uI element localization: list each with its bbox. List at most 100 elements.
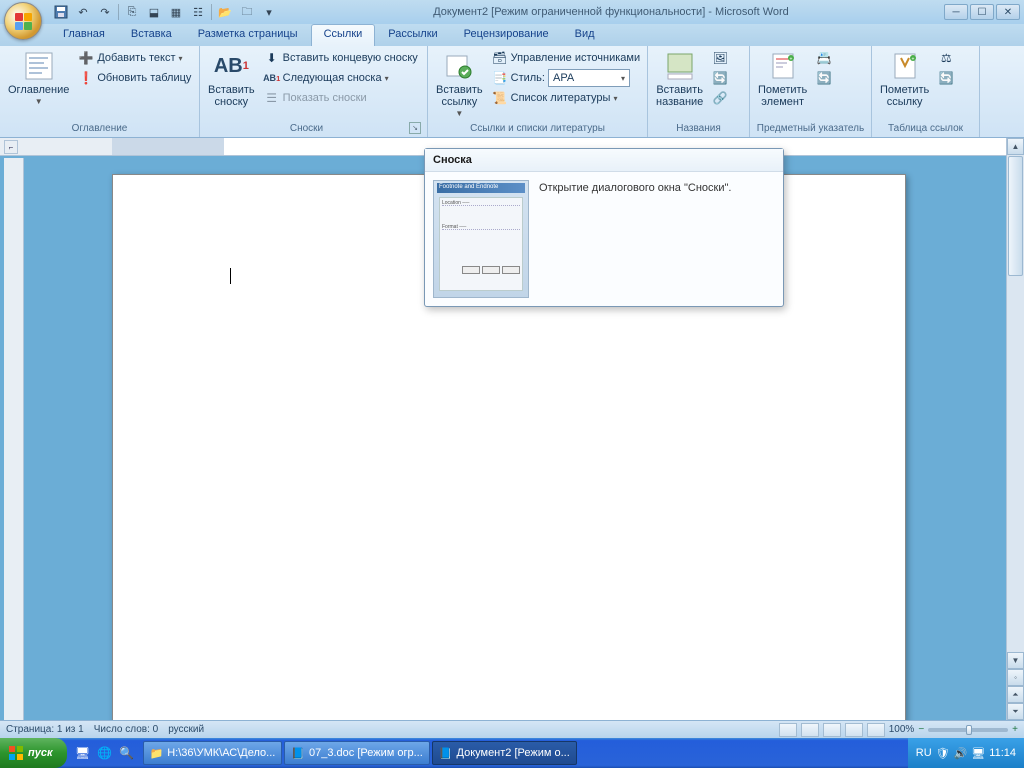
title-bar: ↶ ↷ ⎘ ⬓ ▦ ☷ 📂 🗀 ▾ Документ2 [Режим огран… [0,0,1024,24]
quick-access-toolbar: ↶ ↷ ⎘ ⬓ ▦ ☷ 📂 🗀 ▾ [52,3,278,21]
task-explorer[interactable]: 📁 H:\36\УМК\АС\Дело... [143,741,283,765]
task-word-1[interactable]: 📘 07_3.doc [Режим огр... [284,741,429,765]
endnote-icon: ⬇ [264,50,280,66]
insert-footnote-button[interactable]: AB1 Вставить сноску [204,48,259,110]
next-footnote-button[interactable]: AB1 Следующая сноска ▾ [261,68,421,88]
tooltip-title: Сноска [425,149,783,172]
text-cursor [230,268,231,284]
caption-label: Вставить название [656,84,703,108]
insert-endnote-button[interactable]: ⬇ Вставить концевую сноску [261,48,421,68]
toa-opt-1[interactable]: ⚖ [935,48,957,68]
task-word-2[interactable]: 📘 Документ2 [Режим о... [432,741,577,765]
prev-page[interactable]: ⏶ [1007,686,1024,703]
ribbon-tabs: Главная Вставка Разметка страницы Ссылки… [0,24,1024,46]
windows-logo-icon [8,745,24,761]
close-button[interactable]: ✕ [996,4,1020,20]
toa-opt-2[interactable]: 🔄 [935,68,957,88]
minimize-button[interactable]: ─ [944,4,968,20]
update-table-button[interactable]: ❗ Обновить таблицу [75,68,194,88]
word-icon: 📘 [439,747,453,760]
qat-open2[interactable]: 🗀 [238,3,256,21]
manage-sources-button[interactable]: 🗃 Управление источниками [489,48,643,68]
view-web[interactable] [823,723,841,737]
tray-icon-1[interactable]: 🛡 [936,747,950,760]
view-outline[interactable] [845,723,863,737]
next-page[interactable]: ⏷ [1007,703,1024,720]
bibliography-button[interactable]: 📜 Список литературы ▾ [489,88,643,108]
show-notes-button[interactable]: ☰ Показать сноски [261,88,421,108]
vertical-scrollbar[interactable]: ▲ ▼ ◦ ⏶ ⏷ [1006,138,1024,720]
style-icon: 📑 [492,70,508,86]
qat-more[interactable]: ▾ [260,3,278,21]
word-icon: 📘 [291,747,305,760]
office-button[interactable] [4,2,42,40]
group-label-citations: Ссылки и списки литературы [432,122,643,135]
system-tray: RU 🛡 🔊 🖥 11:14 [908,738,1024,768]
taskbar: пуск 🖥 🌐 🔍 📁 H:\36\УМК\АС\Дело... 📘 07_3… [0,738,1024,768]
qat-save[interactable] [52,3,70,21]
qat-btn-1[interactable]: ⎘ [123,3,141,21]
toc-icon [23,50,55,82]
scroll-thumb[interactable] [1008,156,1023,276]
clock[interactable]: 11:14 [989,747,1016,759]
scroll-up[interactable]: ▲ [1007,138,1024,155]
zoom-out[interactable]: − [918,724,924,735]
tab-home[interactable]: Главная [50,24,118,46]
lang-indicator[interactable]: RU [916,747,932,759]
view-draft[interactable] [867,723,885,737]
view-full-screen[interactable] [801,723,819,737]
group-label-toc: Оглавление [4,122,195,135]
tab-view[interactable]: Вид [562,24,608,46]
qat-redo[interactable]: ↷ [96,3,114,21]
mark-citation-button[interactable]: + Пометить ссылку [876,48,933,110]
tray-icon-2[interactable]: 🔊 [954,747,968,760]
footnotes-dialog-launcher[interactable]: ↘ [409,122,421,134]
ql-3[interactable]: 🔍 [117,742,137,764]
tray-icon-3[interactable]: 🖥 [971,747,985,760]
qat-undo[interactable]: ↶ [74,3,92,21]
ql-ie[interactable]: 🌐 [95,742,115,764]
qat-btn-3[interactable]: ▦ [167,3,185,21]
qat-btn-4[interactable]: ☷ [189,3,207,21]
maximize-button[interactable]: ☐ [970,4,994,20]
start-button[interactable]: пуск [0,738,67,768]
chevron-down-icon: ▼ [35,98,43,107]
style-dropdown[interactable]: APA ▾ [548,69,630,87]
view-print-layout[interactable] [779,723,797,737]
qat-btn-2[interactable]: ⬓ [145,3,163,21]
index-opt-1[interactable]: 📇 [813,48,835,68]
mark-entry-button[interactable]: + Пометить элемент [754,48,811,110]
svg-text:+: + [789,57,792,63]
browse-object[interactable]: ◦ [1007,669,1024,686]
insert-caption-button[interactable]: Вставить название [652,48,707,110]
group-label-footnotes: Сноски [204,122,409,135]
ruler-corner[interactable]: ⌐ [4,140,18,154]
bibliography-icon: 📜 [492,90,508,106]
zoom-slider[interactable] [928,728,1008,732]
status-page[interactable]: Страница: 1 из 1 [6,724,84,735]
index-opt-2[interactable]: 🔄 [813,68,835,88]
insert-citation-label: Вставить ссылку [436,84,483,108]
caption-icon [664,50,696,82]
toc-button[interactable]: Оглавление ▼ [4,48,73,109]
qat-open[interactable]: 📂 [216,3,234,21]
footnote-icon: AB1 [215,50,247,82]
tab-review[interactable]: Рецензирование [451,24,562,46]
scroll-down[interactable]: ▼ [1007,652,1024,669]
tab-layout[interactable]: Разметка страницы [185,24,311,46]
ql-desktop[interactable]: 🖥 [73,742,93,764]
tab-references[interactable]: Ссылки [311,24,376,46]
status-words[interactable]: Число слов: 0 [94,724,158,735]
insert-citation-button[interactable]: Вставить ссылку ▼ [432,48,487,121]
tooltip: Сноска Footnote and Endnote Location ── … [424,148,784,307]
zoom-in[interactable]: + [1012,724,1018,735]
zoom-value[interactable]: 100% [889,724,915,735]
tab-mailings[interactable]: Рассылки [375,24,450,46]
status-lang[interactable]: русский [168,724,204,735]
tab-insert[interactable]: Вставка [118,24,185,46]
caption-opt-2[interactable]: 🔄 [709,68,731,88]
caption-opt-1[interactable]: 🖼 [709,48,731,68]
add-text-button[interactable]: ➕ Добавить текст ▾ [75,48,194,68]
vertical-ruler[interactable] [4,158,24,720]
caption-opt-3[interactable]: 🔗 [709,88,731,108]
